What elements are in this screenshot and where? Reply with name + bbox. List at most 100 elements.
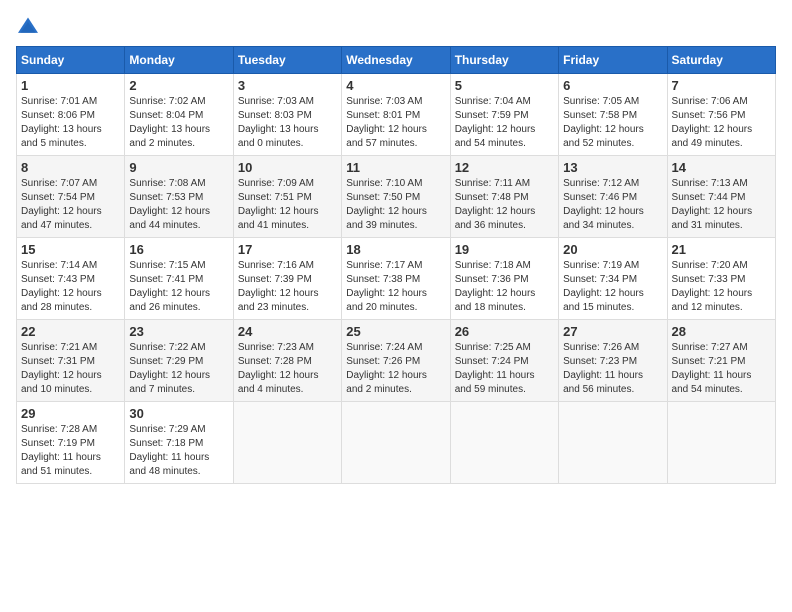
calendar-cell: 3 Sunrise: 7:03 AMSunset: 8:03 PMDaylight… bbox=[233, 74, 341, 156]
day-number: 22 bbox=[21, 324, 120, 339]
calendar-cell: 6Sunrise: 7:05 AMSunset: 7:58 PMDaylight… bbox=[559, 74, 667, 156]
day-number: 14 bbox=[672, 160, 771, 175]
day-info: Sunrise: 7:11 AMSunset: 7:48 PMDaylight:… bbox=[455, 177, 554, 233]
calendar-cell bbox=[667, 402, 775, 484]
weekday-header: Friday bbox=[559, 47, 667, 74]
day-number: 8 bbox=[21, 160, 120, 175]
calendar-cell: 20 Sunrise: 7:19 AMSunset: 7:34 PMDayligh… bbox=[559, 238, 667, 320]
day-info: Sunrise: 7:09 AMSunset: 7:51 PMDaylight:… bbox=[238, 177, 337, 233]
weekday-header: Sunday bbox=[17, 47, 125, 74]
weekday-header: Wednesday bbox=[342, 47, 450, 74]
weekday-header-row: SundayMondayTuesdayWednesdayThursdayFrid… bbox=[17, 47, 776, 74]
day-info: Sunrise: 7:17 AMSunset: 7:38 PMDaylight:… bbox=[346, 259, 445, 315]
calendar-row: 29Sunrise: 7:28 AMSunset: 7:19 PMDayligh… bbox=[17, 402, 776, 484]
calendar-cell: 4 Sunrise: 7:03 AMSunset: 8:01 PMDaylight… bbox=[342, 74, 450, 156]
day-number: 3 bbox=[238, 78, 337, 93]
day-number: 12 bbox=[455, 160, 554, 175]
calendar-cell: 1 Sunrise: 7:01 AMSunset: 8:06 PMDaylight… bbox=[17, 74, 125, 156]
day-info: Sunrise: 7:12 AMSunset: 7:46 PMDaylight:… bbox=[563, 177, 662, 233]
calendar-cell: 26 Sunrise: 7:25 AMSunset: 7:24 PMDayligh… bbox=[450, 320, 558, 402]
day-info: Sunrise: 7:13 AMSunset: 7:44 PMDaylight:… bbox=[672, 177, 771, 233]
calendar-cell: 22 Sunrise: 7:21 AMSunset: 7:31 PMDayligh… bbox=[17, 320, 125, 402]
day-info: Sunrise: 7:25 AMSunset: 7:24 PMDaylight:… bbox=[455, 341, 554, 397]
calendar-cell bbox=[450, 402, 558, 484]
calendar-cell: 10 Sunrise: 7:09 AMSunset: 7:51 PMDayligh… bbox=[233, 156, 341, 238]
day-number: 25 bbox=[346, 324, 445, 339]
day-info: Sunrise: 7:03 AMSunset: 8:03 PMDaylight:… bbox=[238, 95, 337, 151]
calendar-cell: 21 Sunrise: 7:20 AMSunset: 7:33 PMDayligh… bbox=[667, 238, 775, 320]
calendar-cell: 30 Sunrise: 7:29 AMSunset: 7:18 PMDayligh… bbox=[125, 402, 233, 484]
day-number: 9 bbox=[129, 160, 228, 175]
day-number: 10 bbox=[238, 160, 337, 175]
day-info: Sunrise: 7:02 AMSunset: 8:04 PMDaylight:… bbox=[129, 95, 228, 151]
calendar-cell bbox=[559, 402, 667, 484]
logo-icon bbox=[16, 16, 40, 36]
day-info: Sunrise: 7:16 AMSunset: 7:39 PMDaylight:… bbox=[238, 259, 337, 315]
calendar-cell: 9 Sunrise: 7:08 AMSunset: 7:53 PMDaylight… bbox=[125, 156, 233, 238]
calendar-cell: 8 Sunrise: 7:07 AMSunset: 7:54 PMDaylight… bbox=[17, 156, 125, 238]
calendar-cell: 15 Sunrise: 7:14 AMSunset: 7:43 PMDayligh… bbox=[17, 238, 125, 320]
day-info: Sunrise: 7:28 AMSunset: 7:19 PMDaylight:… bbox=[21, 423, 120, 479]
day-info: Sunrise: 7:14 AMSunset: 7:43 PMDaylight:… bbox=[21, 259, 120, 315]
calendar-row: 15 Sunrise: 7:14 AMSunset: 7:43 PMDayligh… bbox=[17, 238, 776, 320]
day-info: Sunrise: 7:18 AMSunset: 7:36 PMDaylight:… bbox=[455, 259, 554, 315]
day-info: Sunrise: 7:29 AMSunset: 7:18 PMDaylight:… bbox=[129, 423, 228, 479]
day-info: Sunrise: 7:08 AMSunset: 7:53 PMDaylight:… bbox=[129, 177, 228, 233]
day-number: 2 bbox=[129, 78, 228, 93]
day-info: Sunrise: 7:01 AMSunset: 8:06 PMDaylight:… bbox=[21, 95, 120, 151]
weekday-header: Thursday bbox=[450, 47, 558, 74]
day-number: 6 bbox=[563, 78, 662, 93]
day-number: 1 bbox=[21, 78, 120, 93]
day-number: 18 bbox=[346, 242, 445, 257]
day-info: Sunrise: 7:03 AMSunset: 8:01 PMDaylight:… bbox=[346, 95, 445, 151]
day-number: 20 bbox=[563, 242, 662, 257]
day-number: 15 bbox=[21, 242, 120, 257]
day-number: 27 bbox=[563, 324, 662, 339]
calendar-cell: 13 Sunrise: 7:12 AMSunset: 7:46 PMDayligh… bbox=[559, 156, 667, 238]
calendar-cell bbox=[342, 402, 450, 484]
logo bbox=[16, 16, 44, 36]
day-info: Sunrise: 7:21 AMSunset: 7:31 PMDaylight:… bbox=[21, 341, 120, 397]
calendar-cell bbox=[233, 402, 341, 484]
calendar-cell: 7Sunrise: 7:06 AMSunset: 7:56 PMDaylight… bbox=[667, 74, 775, 156]
calendar-cell: 5 Sunrise: 7:04 AMSunset: 7:59 PMDaylight… bbox=[450, 74, 558, 156]
day-info: Sunrise: 7:27 AMSunset: 7:21 PMDaylight:… bbox=[672, 341, 771, 397]
day-info: Sunrise: 7:23 AMSunset: 7:28 PMDaylight:… bbox=[238, 341, 337, 397]
weekday-header: Monday bbox=[125, 47, 233, 74]
page-header bbox=[16, 16, 776, 36]
calendar-cell: 23Sunrise: 7:22 AMSunset: 7:29 PMDayligh… bbox=[125, 320, 233, 402]
weekday-header: Tuesday bbox=[233, 47, 341, 74]
day-number: 4 bbox=[346, 78, 445, 93]
day-number: 24 bbox=[238, 324, 337, 339]
calendar-table: SundayMondayTuesdayWednesdayThursdayFrid… bbox=[16, 46, 776, 484]
calendar-cell: 24 Sunrise: 7:23 AMSunset: 7:28 PMDayligh… bbox=[233, 320, 341, 402]
calendar-cell: 2 Sunrise: 7:02 AMSunset: 8:04 PMDaylight… bbox=[125, 74, 233, 156]
calendar-cell: 16 Sunrise: 7:15 AMSunset: 7:41 PMDayligh… bbox=[125, 238, 233, 320]
day-number: 26 bbox=[455, 324, 554, 339]
day-info: Sunrise: 7:07 AMSunset: 7:54 PMDaylight:… bbox=[21, 177, 120, 233]
day-number: 16 bbox=[129, 242, 228, 257]
day-info: Sunrise: 7:20 AMSunset: 7:33 PMDaylight:… bbox=[672, 259, 771, 315]
calendar-row: 1 Sunrise: 7:01 AMSunset: 8:06 PMDaylight… bbox=[17, 74, 776, 156]
day-number: 28 bbox=[672, 324, 771, 339]
calendar-cell: 27 Sunrise: 7:26 AMSunset: 7:23 PMDayligh… bbox=[559, 320, 667, 402]
day-number: 30 bbox=[129, 406, 228, 421]
day-number: 5 bbox=[455, 78, 554, 93]
day-info: Sunrise: 7:10 AMSunset: 7:50 PMDaylight:… bbox=[346, 177, 445, 233]
day-info: Sunrise: 7:06 AMSunset: 7:56 PMDaylight:… bbox=[672, 95, 771, 151]
day-info: Sunrise: 7:24 AMSunset: 7:26 PMDaylight:… bbox=[346, 341, 445, 397]
day-info: Sunrise: 7:19 AMSunset: 7:34 PMDaylight:… bbox=[563, 259, 662, 315]
calendar-cell: 28 Sunrise: 7:27 AMSunset: 7:21 PMDayligh… bbox=[667, 320, 775, 402]
calendar-cell: 17 Sunrise: 7:16 AMSunset: 7:39 PMDayligh… bbox=[233, 238, 341, 320]
calendar-row: 22 Sunrise: 7:21 AMSunset: 7:31 PMDayligh… bbox=[17, 320, 776, 402]
calendar-cell: 25 Sunrise: 7:24 AMSunset: 7:26 PMDayligh… bbox=[342, 320, 450, 402]
day-info: Sunrise: 7:22 AMSunset: 7:29 PMDaylight:… bbox=[129, 341, 228, 397]
day-number: 17 bbox=[238, 242, 337, 257]
day-number: 13 bbox=[563, 160, 662, 175]
day-number: 21 bbox=[672, 242, 771, 257]
day-info: Sunrise: 7:04 AMSunset: 7:59 PMDaylight:… bbox=[455, 95, 554, 151]
calendar-cell: 29Sunrise: 7:28 AMSunset: 7:19 PMDayligh… bbox=[17, 402, 125, 484]
day-info: Sunrise: 7:26 AMSunset: 7:23 PMDaylight:… bbox=[563, 341, 662, 397]
day-info: Sunrise: 7:15 AMSunset: 7:41 PMDaylight:… bbox=[129, 259, 228, 315]
weekday-header: Saturday bbox=[667, 47, 775, 74]
